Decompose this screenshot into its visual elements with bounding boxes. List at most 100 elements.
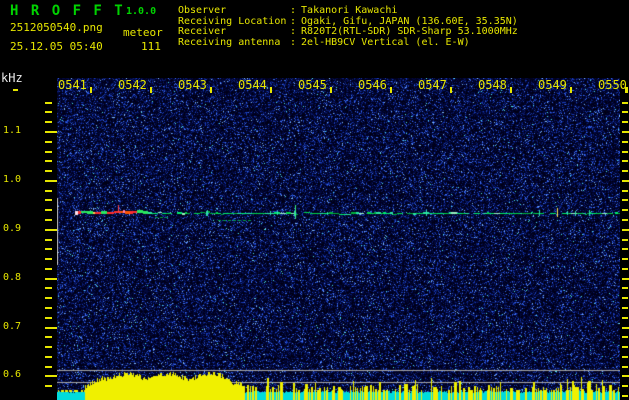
axis-tick: [390, 87, 392, 93]
axis-tick: [622, 356, 628, 358]
axis-tick: [622, 287, 628, 289]
info-label: Receiving antenna: [178, 36, 281, 48]
axis-tick: [45, 121, 52, 123]
time-label: 0549: [538, 78, 567, 92]
axis-tick: [622, 190, 628, 192]
y-axis-label: 0.9: [3, 223, 22, 234]
y-axis-label: 0.7: [3, 321, 22, 332]
station-info-row: Receiving antenna:2el-HB9CV Vertical (el…: [178, 36, 518, 49]
axis-tick: [45, 199, 52, 201]
axis-tick: [45, 239, 52, 241]
axis-tick: [45, 209, 52, 211]
axis-tick: [330, 87, 332, 93]
app-title: H R O F F T: [10, 3, 125, 19]
axis-tick: [210, 87, 212, 93]
axis-tick: [622, 160, 628, 162]
info-colon: :: [290, 36, 297, 48]
axis-tick: [90, 87, 92, 93]
axis-tick: [45, 385, 52, 387]
axis-tick: [622, 199, 628, 201]
info-value: 2el-HB9CV Vertical (el. E-W): [301, 36, 470, 48]
axis-tick: [625, 87, 628, 93]
info-label: Observer: [178, 5, 227, 16]
axis-tick: [622, 219, 628, 221]
time-label: 0547: [418, 78, 447, 92]
axis-tick: [622, 180, 629, 182]
axis-tick: [622, 268, 628, 270]
axis-tick: [45, 297, 52, 299]
time-label: 0543: [178, 78, 207, 92]
axis-tick: [13, 89, 18, 91]
time-label: 0548: [478, 78, 507, 92]
axis-tick: [622, 229, 629, 231]
version-label: 1.0.0: [126, 6, 157, 17]
axis-tick: [622, 170, 628, 172]
axis-tick: [45, 366, 52, 368]
axis-tick: [45, 180, 57, 182]
axis-tick: [270, 87, 272, 93]
time-label: 0542: [118, 78, 147, 92]
info-colon: :: [290, 5, 297, 16]
mode-label: meteor: [123, 26, 163, 39]
axis-tick: [45, 151, 52, 153]
axis-tick: [45, 336, 52, 338]
axis-tick: [622, 121, 628, 123]
axis-tick: [622, 346, 628, 348]
axis-tick: [622, 297, 628, 299]
axis-tick: [622, 131, 629, 133]
y-axis-label: 0.6: [3, 369, 22, 380]
axis-tick: [45, 131, 57, 133]
station-info: Observer: Takanori Kawachi Receiving Locat…: [178, 5, 518, 49]
axis-tick: [622, 151, 628, 153]
info-value: R820T2(RTL-SDR) SDR-Sharp 53.1000MHz: [301, 26, 518, 38]
axis-tick: [45, 219, 52, 221]
axis-tick: [622, 102, 628, 104]
axis-tick: [622, 327, 629, 329]
axis-tick: [622, 248, 628, 250]
axis-tick: [622, 375, 629, 377]
axis-tick: [45, 190, 52, 192]
axis-tick: [622, 278, 629, 280]
time-label: 0550: [598, 78, 627, 92]
axis-tick: [45, 111, 52, 113]
time-label: 0545: [298, 78, 327, 92]
axis-tick: [622, 385, 628, 387]
axis-tick: [622, 111, 628, 113]
info-colon: :: [290, 26, 297, 38]
y-axis-label: 1.1: [3, 125, 22, 136]
echo-count-label: 111: [141, 40, 161, 53]
axis-tick: [622, 336, 628, 338]
axis-tick: [570, 87, 572, 93]
axis-tick: [45, 327, 57, 329]
time-label: 0541: [58, 78, 87, 92]
axis-tick: [45, 258, 52, 260]
axis-tick: [45, 278, 57, 280]
axis-tick: [45, 287, 52, 289]
info-value: Ogaki, Gifu, JAPAN (136.60E, 35.35N): [301, 15, 518, 27]
info-colon: :: [290, 15, 297, 27]
axis-tick: [622, 395, 628, 397]
axis-tick: [450, 87, 452, 93]
axis-tick: [45, 356, 52, 358]
axis-tick: [45, 268, 52, 270]
axis-tick: [45, 248, 52, 250]
station-info-row: Observer: Takanori Kawachi: [178, 5, 518, 17]
axis-tick: [45, 346, 52, 348]
axis-tick: [45, 160, 52, 162]
axis-tick: [45, 102, 52, 104]
axis-tick: [45, 317, 52, 319]
axis-tick: [45, 229, 57, 231]
axis-tick: [45, 141, 52, 143]
axis-tick: [622, 239, 628, 241]
axis-tick: [622, 258, 628, 260]
filename-label: 2512050540.png: [10, 21, 103, 34]
axis-tick: [510, 87, 512, 93]
axis-tick: [45, 307, 52, 309]
info-value: Takanori Kawachi: [301, 5, 398, 16]
frequency-axis-unit: kHz: [1, 71, 23, 85]
axis-tick: [45, 170, 52, 172]
axis-tick: [150, 87, 152, 93]
time-label: 0544: [238, 78, 267, 92]
axis-tick: [622, 317, 628, 319]
axis-tick: [622, 307, 628, 309]
